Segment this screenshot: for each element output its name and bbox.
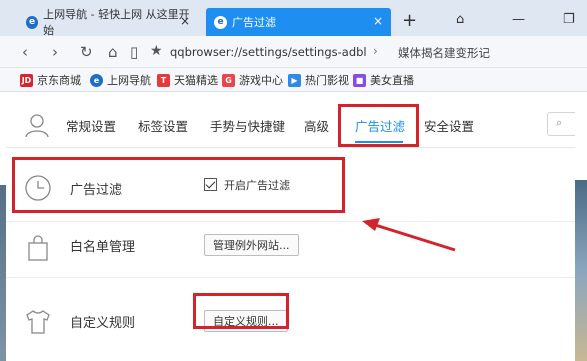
bookmark-games[interactable]: G 游戏中心 — [222, 72, 283, 88]
tab-strip: e 上网导航 - 轻快上网 从这里开始 × e 广告过滤 × + ⌂ — ❐ — [0, 0, 587, 37]
bookmark-jd[interactable]: JD 京东商城 — [20, 72, 81, 88]
manage-exceptions-button[interactable]: 管理例外网站... — [204, 234, 299, 256]
search-hint[interactable]: 媒体揭名建变形记 — [398, 45, 490, 61]
settings-search-box[interactable]: ⌕ — [547, 112, 575, 136]
ad-filter-title: 广告过滤 — [70, 183, 123, 198]
home-icon[interactable]: ⌂ — [108, 43, 118, 61]
address-bar[interactable]: qqbrowser://settings/settings-adblc — [170, 45, 366, 59]
tab-label: 广告过滤 — [232, 16, 276, 29]
close-icon[interactable]: × — [373, 14, 383, 28]
refresh-icon[interactable]: ↻ — [80, 43, 93, 61]
enable-ad-filter-label[interactable]: 开启广告过滤 — [224, 177, 290, 193]
tab-navigation[interactable]: e 上网导航 - 轻快上网 从这里开始 × — [18, 8, 198, 37]
ie-icon: e — [26, 15, 39, 29]
whitelist-section: 白名单管理 管理例外网站... — [6, 222, 575, 278]
chevron-right-icon: › — [373, 44, 378, 58]
minimize-icon[interactable]: — — [512, 12, 525, 27]
navigation-bar: ‹ › ↻ ⌂ ▯ ★ qqbrowser://settings/setting… — [0, 36, 587, 68]
bookmark-label: 美女直播 — [370, 74, 414, 87]
bookmarks-bar: JD 京东商城 e 上网导航 T 天猫精选 G 游戏中心 ▶ 热门影视 ■ 美女… — [0, 68, 587, 92]
tab-ad-filter[interactable]: e 广告过滤 × — [206, 8, 391, 36]
bookmark-tmall[interactable]: T 天猫精选 — [157, 72, 218, 88]
reader-icon[interactable]: ▯ — [130, 43, 138, 61]
close-icon[interactable]: × — [180, 14, 190, 28]
desktop-background — [575, 180, 587, 361]
enable-ad-filter-checkbox[interactable] — [204, 178, 217, 191]
bookmark-label: 天猫精选 — [174, 74, 218, 87]
tab-ad-filter[interactable]: 广告过滤 — [355, 116, 405, 135]
clock-icon — [25, 175, 51, 201]
video-icon: ■ — [353, 73, 366, 87]
shopping-bag-icon — [28, 235, 48, 261]
gamepad-icon: G — [222, 73, 235, 87]
tab-gestures[interactable]: 手势与快捷键 — [210, 116, 285, 135]
bookmark-label: 上网导航 — [107, 74, 151, 87]
tab-advanced[interactable]: 高级 — [304, 116, 329, 135]
play-icon: ▶ — [288, 73, 301, 87]
settings-nav: 常规设置 标签设置 手势与快捷键 高级 广告过滤 安全设置 ⌕ — [6, 92, 575, 148]
active-tab-indicator — [355, 141, 403, 143]
bookmark-video[interactable]: ▶ 热门影视 — [288, 72, 349, 88]
bookmark-label: 游戏中心 — [239, 74, 283, 87]
bookmark-navigation[interactable]: e 上网导航 — [90, 72, 151, 88]
custom-rules-section: 自定义规则 自定义规则... — [6, 278, 575, 361]
new-tab-button[interactable]: + — [402, 12, 417, 30]
ad-filter-section: 广告过滤 — [6, 148, 575, 222]
pin-icon[interactable]: ⌂ — [456, 12, 464, 27]
star-icon[interactable]: ★ — [150, 43, 163, 59]
whitelist-title: 白名单管理 — [70, 240, 136, 255]
tab-security[interactable]: 安全设置 — [424, 116, 474, 135]
settings-page: 常规设置 标签设置 手势与快捷键 高级 广告过滤 安全设置 ⌕ 广告过滤 开启广… — [6, 92, 575, 361]
shirt-icon — [26, 310, 50, 334]
back-icon[interactable]: ‹ — [22, 43, 28, 61]
bookmark-live[interactable]: ■ 美女直播 — [353, 72, 414, 88]
custom-rules-button[interactable]: 自定义规则... — [204, 310, 288, 332]
tmall-icon: T — [157, 73, 170, 87]
user-icon — [25, 114, 49, 138]
forward-icon[interactable]: › — [52, 43, 58, 61]
custom-rules-title: 自定义规则 — [70, 316, 136, 331]
restore-icon[interactable]: ❐ — [563, 12, 575, 27]
tab-label: 上网导航 - 轻快上网 从这里开始 — [43, 8, 190, 37]
search-icon: ⌕ — [556, 116, 563, 129]
tab-tabs[interactable]: 标签设置 — [138, 116, 188, 135]
ie-icon: e — [90, 73, 103, 87]
jd-icon: JD — [20, 73, 33, 87]
tab-general[interactable]: 常规设置 — [66, 116, 116, 135]
ie-icon: e — [214, 15, 227, 29]
bookmark-label: 京东商城 — [37, 74, 81, 87]
bookmark-label: 热门影视 — [305, 74, 349, 87]
